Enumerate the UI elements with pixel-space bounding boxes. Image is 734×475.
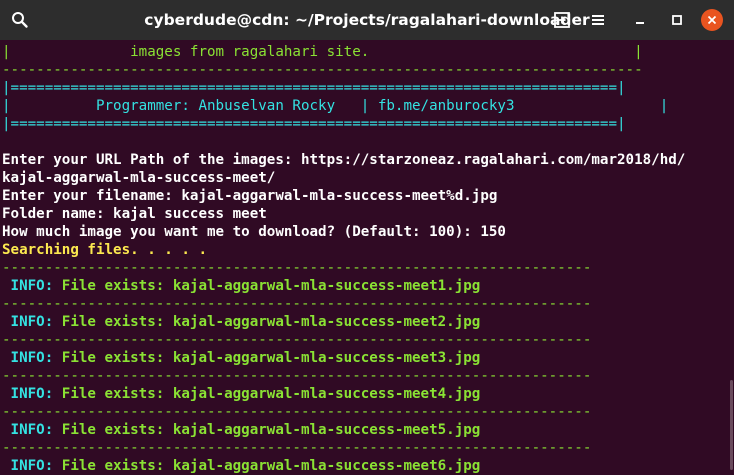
banner-border: |=======================================… [2,116,626,132]
filename-label: Enter your filename: [2,188,182,204]
separator-line: ----------------------------------------… [2,296,592,312]
info-message: File exists: kajal-aggarwal-mla-success-… [53,386,481,402]
url-prompt-line: Enter your URL Path of the images: https… [2,151,685,169]
url-value-continued: kajal-aggarwal-mla-success-meet/ [2,170,276,186]
minimize-button[interactable] [628,8,652,32]
terminal-scrollbar[interactable] [729,40,734,475]
info-line: INFO: File exists: kajal-aggarwal-mla-su… [2,349,481,367]
info-line: INFO: File exists: kajal-aggarwal-mla-su… [2,457,481,475]
info-tag: INFO: [2,422,54,438]
terminal-window: cyberdude@cdn: ~/Projects/ragalahari-dow… [0,0,734,475]
info-tag: INFO: [2,314,54,330]
searching-status: Searching files. . . . . [2,242,207,258]
maximize-icon [672,15,682,25]
info-line: INFO: File exists: kajal-aggarwal-mla-su… [2,385,481,403]
new-tab-button[interactable] [550,8,574,32]
info-message: File exists: kajal-aggarwal-mla-success-… [53,422,481,438]
count-value: 150 [480,224,506,240]
info-tag: INFO: [2,278,54,294]
info-message: File exists: kajal-aggarwal-mla-success-… [53,314,481,330]
banner-line: | images from ragalahari site. | [2,44,643,60]
banner-border: |=======================================… [2,80,626,96]
separator-line: ----------------------------------------… [2,332,592,348]
url-value: https://starzoneaz.ragalahari.com/mar201… [300,152,686,168]
info-message: File exists: kajal-aggarwal-mla-success-… [53,350,481,366]
count-prompt-line: How much image you want me to download? … [2,223,506,241]
info-line: INFO: File exists: kajal-aggarwal-mla-su… [2,313,481,331]
count-label: How much image you want me to download? … [2,224,481,240]
filename-prompt-line: Enter your filename: kajal-aggarwal-mla-… [2,187,497,205]
terminal-output[interactable]: | images from ragalahari site. | -------… [0,40,734,475]
hamburger-menu-icon [592,15,604,25]
info-tag: INFO: [2,350,54,366]
separator-line: ----------------------------------------… [2,260,592,276]
info-message: File exists: kajal-aggarwal-mla-success-… [53,458,481,474]
close-button[interactable] [700,8,724,32]
folder-value: kajal success meet [113,206,267,222]
separator-line: ----------------------------------------… [2,368,592,384]
separator-line: ----------------------------------------… [2,404,592,420]
banner-separator: ----------------------------------------… [2,62,643,78]
window-title: cyberdude@cdn: ~/Projects/ragalahari-dow… [144,11,590,29]
filename-value: kajal-aggarwal-mla-success-meet%d.jpg [181,188,498,204]
menu-button[interactable] [586,8,610,32]
banner-programmer: | Programmer: Anbuselvan Rocky | fb.me/a… [2,98,669,114]
new-tab-icon [554,12,570,28]
separator-line: ----------------------------------------… [2,440,592,456]
folder-label: Folder name: [2,206,114,222]
info-tag: INFO: [2,458,54,474]
url-label: Enter your URL Path of the images: [2,152,301,168]
info-message: File exists: kajal-aggarwal-mla-success-… [53,278,481,294]
close-icon [707,15,717,25]
info-line: INFO: File exists: kajal-aggarwal-mla-su… [2,421,481,439]
folder-prompt-line: Folder name: kajal success meet [2,205,267,223]
close-button-circle [701,9,723,31]
maximize-button[interactable] [665,8,689,32]
info-line: INFO: File exists: kajal-aggarwal-mla-su… [2,277,481,295]
scrollbar-thumb[interactable] [730,380,733,470]
title-bar[interactable]: cyberdude@cdn: ~/Projects/ragalahari-dow… [0,0,734,40]
info-tag: INFO: [2,386,54,402]
minimize-icon [636,22,644,24]
